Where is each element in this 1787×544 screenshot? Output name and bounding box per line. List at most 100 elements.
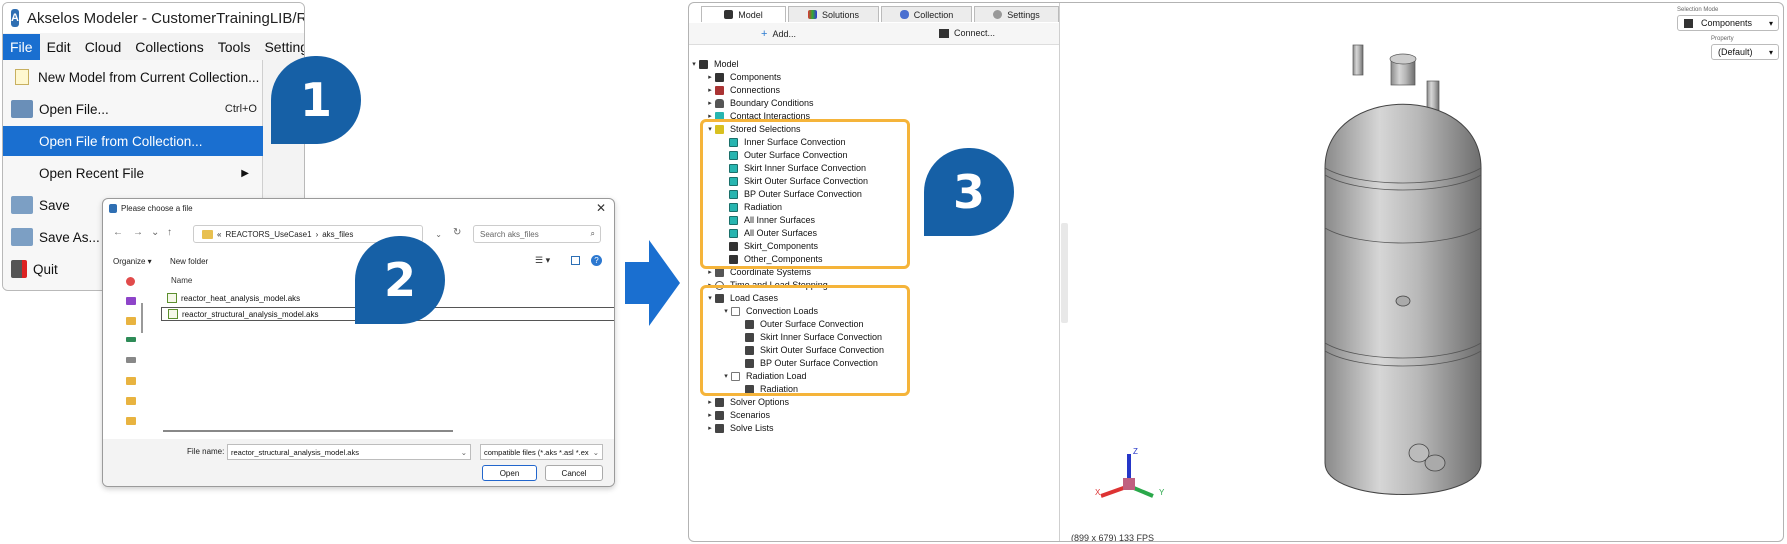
tab-settings[interactable]: Settings xyxy=(973,6,1059,22)
column-header-name[interactable]: Name xyxy=(171,276,192,285)
node-label: Model xyxy=(714,59,739,69)
cancel-button[interactable]: Cancel xyxy=(545,465,603,481)
tab-label: Solutions xyxy=(822,9,860,20)
node-label: Boundary Conditions xyxy=(730,98,814,108)
connect-icon xyxy=(939,28,949,38)
refresh-icon[interactable]: ↻ xyxy=(453,227,461,238)
chevron-down-icon: ▾ xyxy=(1768,18,1773,28)
path-segment-1[interactable]: REACTORS_UseCase1 xyxy=(225,230,311,239)
aks-file-icon xyxy=(167,293,177,303)
axis-triad-icon xyxy=(1100,454,1154,498)
chevron-down-icon: ⌄ xyxy=(592,447,599,457)
filetype-value: compatible files (*.aks *.asl *.ex xyxy=(484,447,589,457)
horizontal-scrollbar[interactable] xyxy=(163,430,453,432)
folder-icon[interactable] xyxy=(126,417,136,425)
menu-item-open-file[interactable]: Open File... Ctrl+O xyxy=(3,94,263,124)
menu-item-label: Open File from Collection... xyxy=(39,133,203,149)
node-label: Scenarios xyxy=(730,410,771,420)
tab-label: Collection xyxy=(913,9,954,20)
up-icon[interactable]: ↑ xyxy=(167,227,172,238)
connect-label: Connect... xyxy=(954,28,996,38)
menu-item-label: Save As... xyxy=(39,229,100,245)
filetype-select[interactable]: compatible files (*.aks *.asl *.ex ⌄ xyxy=(480,444,603,460)
forward-icon[interactable]: → xyxy=(133,227,143,238)
expand-icon[interactable]: ▸ xyxy=(705,398,715,406)
menu-collections[interactable]: Collections xyxy=(128,34,210,60)
tab-label: Settings xyxy=(1007,9,1040,20)
blank-icon xyxy=(11,132,33,150)
expand-icon[interactable]: ▸ xyxy=(705,86,715,94)
path-segment-2[interactable]: aks_files xyxy=(322,230,353,239)
view-list-icon[interactable]: ☰ ▾ xyxy=(535,255,550,266)
lock-icon xyxy=(715,98,724,108)
expand-icon[interactable]: ▸ xyxy=(705,411,715,419)
connect-button[interactable]: Connect... xyxy=(939,28,995,38)
menu-item-label: Save xyxy=(39,197,70,213)
folder-icon[interactable] xyxy=(126,377,136,385)
folder-icon[interactable] xyxy=(126,397,136,405)
filename-input[interactable]: reactor_structural_analysis_model.aks ⌄ xyxy=(227,444,471,460)
network-icon[interactable] xyxy=(126,357,136,363)
expand-icon[interactable]: ▸ xyxy=(705,99,715,107)
close-icon[interactable]: ✕ xyxy=(596,201,606,215)
tree-node-boundary[interactable]: ▸ Boundary Conditions xyxy=(705,97,814,109)
tree-node-solver-options[interactable]: ▸ Solver Options xyxy=(705,396,789,408)
help-icon[interactable]: ? xyxy=(591,255,602,266)
components-icon xyxy=(715,72,724,82)
dialog-icon xyxy=(109,204,117,213)
highlight-load-cases xyxy=(700,285,910,396)
menu-file[interactable]: File xyxy=(3,34,40,60)
scenarios-icon xyxy=(715,410,724,420)
expand-icon[interactable]: ▸ xyxy=(705,73,715,81)
menu-edit[interactable]: Edit xyxy=(40,34,78,60)
menu-item-open-recent[interactable]: Open Recent File ▶ xyxy=(3,158,263,188)
filename-value: reactor_structural_analysis_model.aks xyxy=(231,447,359,457)
tree-node-connections[interactable]: ▸ Connections xyxy=(705,84,780,96)
model-icon xyxy=(724,10,734,19)
expand-icon[interactable]: ▸ xyxy=(705,424,715,432)
panel-divider[interactable] xyxy=(1059,3,1060,541)
solutions-icon xyxy=(808,10,817,19)
tree-node-scenarios[interactable]: ▸ Scenarios xyxy=(705,409,770,421)
step-badge-2: 2 xyxy=(355,236,445,324)
recent-icon[interactable] xyxy=(126,277,135,286)
search-icon: ⌕ xyxy=(590,229,595,238)
menu-cloud[interactable]: Cloud xyxy=(78,34,129,60)
back-icon[interactable]: ← xyxy=(113,227,123,238)
chevron-down-icon[interactable]: ⌄ xyxy=(151,227,159,238)
expand-icon[interactable]: ▸ xyxy=(705,268,715,276)
drive-icon[interactable] xyxy=(126,337,136,342)
filename-label: File name: xyxy=(187,447,225,456)
property-select[interactable]: (Default) ▾ xyxy=(1711,44,1779,60)
tab-collection[interactable]: Collection xyxy=(881,6,972,22)
organize-button[interactable]: Organize ▾ xyxy=(113,257,152,266)
new-folder-button[interactable]: New folder xyxy=(170,257,208,266)
splitter-handle[interactable] xyxy=(1061,223,1068,323)
media-icon[interactable] xyxy=(126,297,136,305)
folder-icon xyxy=(202,229,213,239)
save-icon xyxy=(11,196,33,214)
menu-item-open-from-collection[interactable]: Open File from Collection... xyxy=(3,126,263,156)
solve-lists-icon xyxy=(715,423,724,433)
selection-mode-select[interactable]: Components ▾ xyxy=(1677,15,1779,31)
tab-model[interactable]: Model xyxy=(701,6,787,22)
tree-node-solve-lists[interactable]: ▸ Solve Lists xyxy=(705,422,773,434)
folder-icon[interactable] xyxy=(126,317,136,325)
tree-node-model[interactable]: ▾ Model xyxy=(689,58,739,70)
dialog-title-bar: Please choose a file xyxy=(103,199,614,217)
search-input[interactable]: Search aks_files ⌕ xyxy=(473,225,601,243)
save-as-icon xyxy=(11,228,33,246)
chevron-down-icon[interactable]: ⌄ xyxy=(435,230,442,239)
pane-divider[interactable] xyxy=(141,303,143,333)
menu-tools[interactable]: Tools xyxy=(211,34,258,60)
collapse-icon[interactable]: ▾ xyxy=(689,60,699,68)
preview-pane-icon[interactable] xyxy=(571,256,580,265)
tree-node-components[interactable]: ▸ Components xyxy=(705,71,781,83)
menu-item-new-model[interactable]: New Model from Current Collection... xyxy=(3,62,263,92)
open-button[interactable]: Open xyxy=(482,465,537,481)
menu-settings[interactable]: Settings xyxy=(257,34,304,60)
tab-solutions[interactable]: Solutions xyxy=(788,6,879,22)
shortcut-text: Ctrl+O xyxy=(224,103,257,115)
add-button[interactable]: + Add... xyxy=(761,28,796,40)
highlight-stored-selections xyxy=(700,119,910,269)
